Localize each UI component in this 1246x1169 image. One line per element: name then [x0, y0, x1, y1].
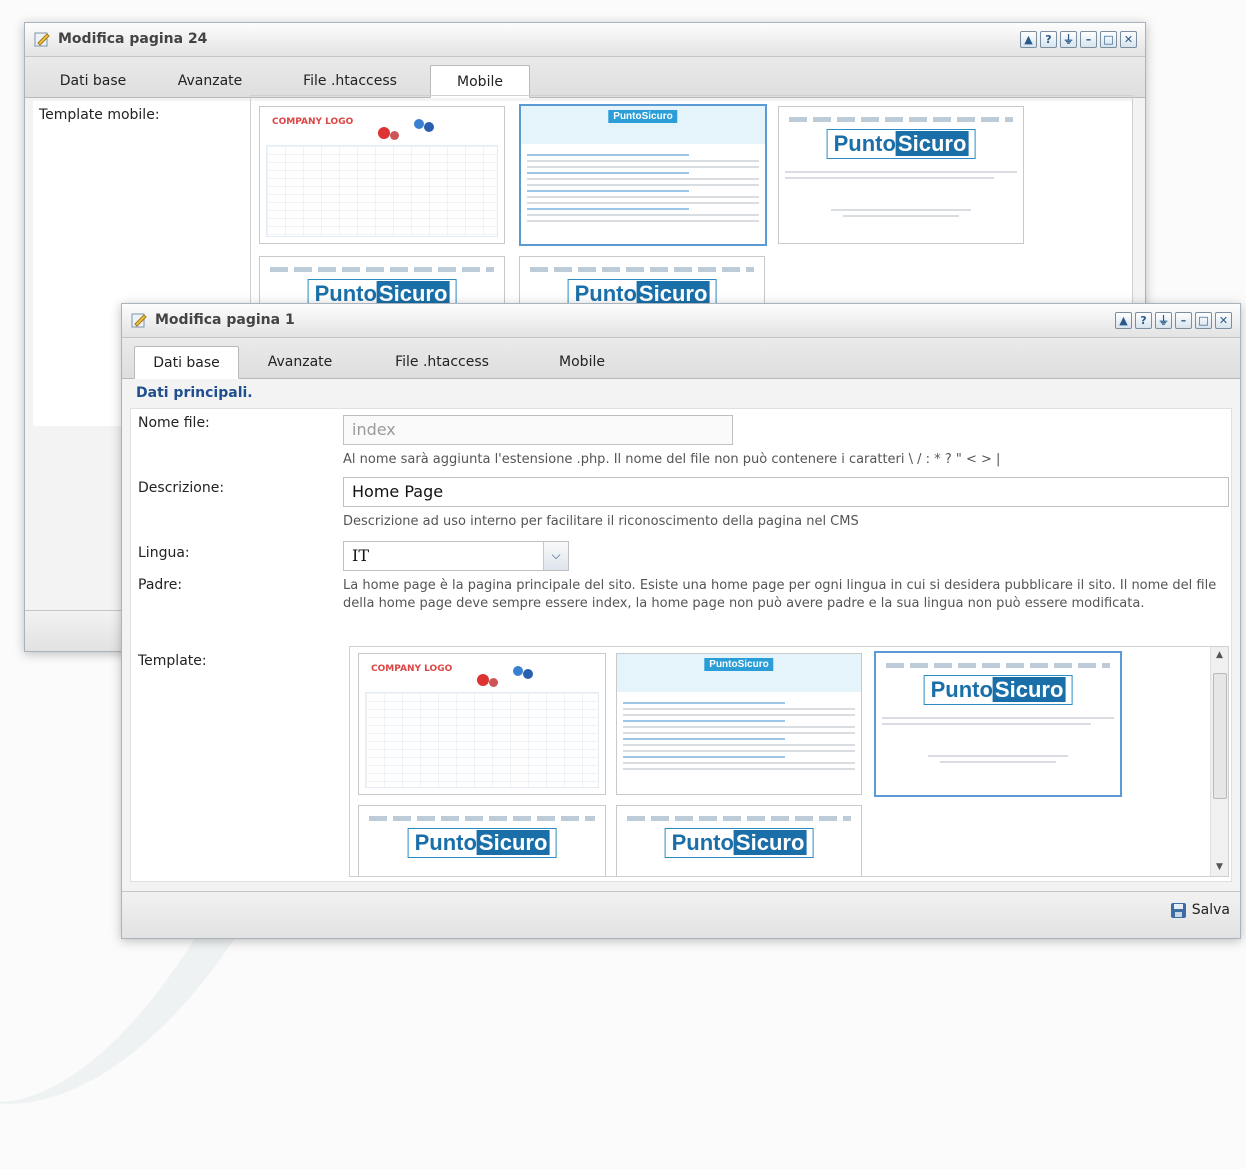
window-footer: Salva — [122, 891, 1240, 938]
edit-page-icon — [131, 313, 147, 328]
company-logo-text: COMPANY LOGO — [371, 664, 453, 674]
template-grid — [266, 145, 498, 237]
nome-file-hint: Al nome sarà aggiunta l'estensione .php.… — [343, 452, 1001, 467]
tab-file-htaccess[interactable]: File .htaccess — [275, 65, 425, 97]
tab-content: Nome file: index Al nome sarà aggiunta l… — [130, 408, 1232, 882]
close-icon[interactable]: ✕ — [1215, 312, 1232, 329]
brand-mini: PuntoSicuro — [608, 110, 678, 123]
scrollbar-thumb[interactable] — [1213, 673, 1227, 799]
tab-avanzate[interactable]: Avanzate — [250, 346, 350, 378]
padre-label: Padre: — [138, 577, 183, 593]
company-logo-text: COMPANY LOGO — [272, 117, 354, 127]
template-grid — [365, 692, 599, 788]
brand-logo: PuntoSicuro — [664, 828, 814, 858]
descrizione-field[interactable]: Home Page — [343, 477, 1229, 507]
template-scrollbar[interactable]: ▲ ▼ — [1210, 647, 1228, 876]
window-title: Modifica pagina 24 — [58, 31, 208, 47]
help-icon[interactable]: ? — [1135, 312, 1152, 329]
pin-icon[interactable]: ⏚ — [1155, 312, 1172, 329]
save-button[interactable]: Salva — [1170, 902, 1230, 918]
nome-file-label: Nome file: — [138, 415, 210, 431]
help-icon[interactable]: ? — [1040, 31, 1057, 48]
brand-logo: PuntoSicuro — [826, 129, 976, 159]
tab-avanzate[interactable]: Avanzate — [155, 65, 265, 97]
nome-file-field[interactable]: index — [343, 415, 733, 445]
tab-dati-base[interactable]: Dati base — [33, 65, 153, 97]
close-icon[interactable]: ✕ — [1120, 31, 1137, 48]
template-thumbnail-puntosicuro[interactable]: PuntoSicuro — [874, 651, 1122, 797]
save-label: Salva — [1191, 902, 1230, 918]
maximize-icon[interactable]: □ — [1100, 31, 1117, 48]
template-picker: COMPANY LOGO PuntoSicuro PuntoSicuro Pun… — [349, 646, 1229, 877]
brand-logo: PuntoSicuro — [407, 828, 557, 858]
window-titlebar[interactable]: Modifica pagina 1 ▲ ? ⏚ – □ ✕ — [122, 304, 1240, 338]
collapse-icon[interactable]: ▲ — [1020, 31, 1037, 48]
window-titlebar[interactable]: Modifica pagina 24 ▲ ? ⏚ – □ ✕ — [25, 23, 1145, 57]
section-title: Dati principali. — [136, 385, 253, 401]
lingua-select[interactable]: IT ⌵ — [343, 541, 569, 571]
minimize-icon[interactable]: – — [1080, 31, 1097, 48]
scroll-down-icon[interactable]: ▼ — [1211, 859, 1228, 876]
brand-logo: PuntoSicuro — [923, 675, 1073, 705]
template-thumbnail-puntosicuro-3[interactable]: PuntoSicuro — [616, 805, 862, 876]
collapse-icon[interactable]: ▲ — [1115, 312, 1132, 329]
pin-icon[interactable]: ⏚ — [1060, 31, 1077, 48]
template-thumbnail-company[interactable]: COMPANY LOGO — [259, 106, 505, 244]
template-thumbnail-puntosicuro-blue[interactable]: PuntoSicuro — [616, 653, 862, 795]
padre-text: La home page è la pagina principale del … — [343, 578, 1217, 611]
template-thumbnail-puntosicuro-2[interactable]: PuntoSicuro — [358, 805, 606, 876]
lingua-label: Lingua: — [138, 545, 190, 561]
tab-bar: Dati base Avanzate File .htaccess Mobile — [25, 57, 1145, 98]
window-title: Modifica pagina 1 — [155, 312, 295, 328]
chevron-down-icon[interactable]: ⌵ — [543, 542, 568, 570]
tab-file-htaccess[interactable]: File .htaccess — [367, 346, 517, 378]
maximize-icon[interactable]: □ — [1195, 312, 1212, 329]
template-mobile-label: Template mobile: — [39, 107, 160, 123]
save-icon — [1170, 902, 1186, 918]
descrizione-hint: Descrizione ad uso interno per facilitar… — [343, 514, 859, 529]
template-thumbnail-company[interactable]: COMPANY LOGO — [358, 653, 606, 795]
lingua-value: IT — [352, 546, 369, 565]
tab-mobile[interactable]: Mobile — [532, 346, 632, 378]
template-label: Template: — [138, 653, 207, 669]
template-thumbnail-puntosicuro-blue[interactable]: PuntoSicuro — [519, 104, 767, 246]
tab-dati-base[interactable]: Dati base — [134, 346, 239, 379]
window-modifica-pagina-1: Modifica pagina 1 ▲ ? ⏚ – □ ✕ Dati base … — [121, 303, 1241, 939]
descrizione-label: Descrizione: — [138, 480, 225, 496]
brand-mini: PuntoSicuro — [704, 658, 774, 671]
scroll-up-icon[interactable]: ▲ — [1211, 647, 1228, 664]
template-thumbnail-puntosicuro[interactable]: PuntoSicuro — [778, 106, 1024, 244]
balls-graphic — [477, 666, 537, 688]
tab-bar: Dati base Avanzate File .htaccess Mobile — [122, 338, 1240, 379]
balls-graphic — [378, 119, 438, 141]
minimize-icon[interactable]: – — [1175, 312, 1192, 329]
tab-mobile[interactable]: Mobile — [430, 65, 530, 98]
edit-page-icon — [34, 32, 50, 47]
